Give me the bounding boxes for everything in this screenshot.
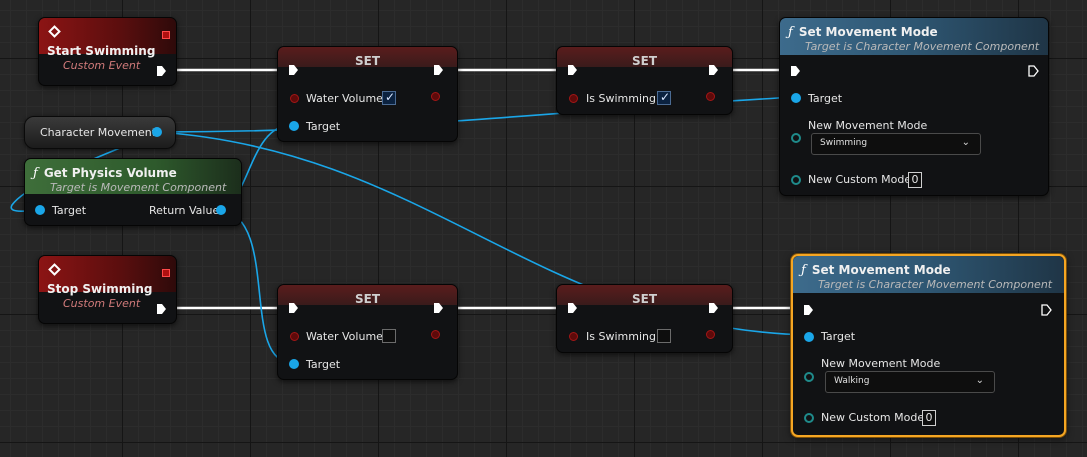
movement-mode-dropdown[interactable]: Walking ⌄ [825, 371, 995, 393]
pin-label: Target [808, 92, 843, 105]
custom-mode-input[interactable]: 0 [922, 410, 936, 426]
dropdown-value: Swimming [820, 138, 868, 148]
pin-label: New Custom Mode [821, 411, 925, 424]
set-is-swimming-node[interactable]: SET Is Swimming [556, 284, 733, 353]
node-title: SET [354, 54, 381, 68]
pin-label: Water Volume [306, 92, 383, 105]
bool-in-pin-icon[interactable] [569, 332, 578, 341]
byte-pin-icon[interactable] [804, 413, 814, 423]
exec-in-pin-icon[interactable] [790, 65, 801, 77]
bool-in-pin-icon[interactable] [569, 94, 578, 103]
variable-label: Character Movement [40, 126, 157, 139]
start-swimming-event-node[interactable]: Start Swimming Custom Event [38, 17, 177, 86]
function-f-icon: ƒ [801, 263, 806, 278]
water-volume-checkbox[interactable] [382, 329, 396, 343]
stop-swimming-event-node[interactable]: Stop Swimming Custom Event [38, 255, 177, 324]
node-title: Set Movement Mode [798, 25, 938, 39]
node-title: Set Movement Mode [811, 263, 951, 277]
exec-out-pin-icon[interactable] [156, 65, 167, 77]
node-subtitle: Custom Event [63, 59, 141, 72]
movement-mode-dropdown[interactable]: Swimming ⌄ [811, 133, 981, 155]
node-subtitle: Target is Character Movement Component [805, 40, 1040, 53]
exec-out-pin-icon[interactable] [1041, 304, 1052, 316]
function-f-icon: ƒ [788, 25, 793, 40]
chevron-down-icon: ⌄ [961, 137, 970, 148]
node-title: SET [631, 292, 658, 306]
exec-in-pin-icon[interactable] [803, 304, 814, 316]
target-pin-icon[interactable] [791, 93, 801, 103]
exec-out-pin-icon[interactable] [708, 302, 719, 314]
pin-label: New Custom Mode [808, 173, 912, 186]
dropdown-value: Walking [834, 376, 870, 386]
node-subtitle: Custom Event [63, 297, 141, 310]
exec-in-pin-icon[interactable] [288, 64, 299, 76]
set-movement-mode-node[interactable]: ƒ Set Movement Mode Target is Character M… [779, 17, 1049, 196]
checkmark-icon: ✓ [384, 90, 396, 104]
byte-pin-icon[interactable] [791, 175, 801, 185]
target-pin-icon[interactable] [289, 121, 299, 131]
target-pin-icon[interactable] [289, 359, 299, 369]
event-diamond-icon [48, 25, 61, 38]
node-title: SET [354, 292, 381, 306]
exec-out-pin-icon[interactable] [156, 303, 167, 315]
set-is-swimming-node[interactable]: SET Is Swimming ✓ [556, 46, 733, 115]
set-water-volume-node[interactable]: SET Water Volume Target [277, 284, 458, 380]
node-subtitle: Target is Character Movement Component [818, 278, 1053, 291]
exec-out-pin-icon[interactable] [708, 64, 719, 76]
node-title: SET [631, 54, 658, 68]
exec-out-pin-icon[interactable] [1028, 65, 1039, 77]
exec-in-pin-icon[interactable] [567, 302, 578, 314]
enum-pin-icon[interactable] [791, 133, 801, 143]
bool-out-pin-icon[interactable] [706, 92, 715, 101]
pin-label: Target [821, 330, 856, 343]
function-f-icon: ƒ [33, 166, 38, 181]
is-swimming-checkbox[interactable]: ✓ [657, 90, 671, 105]
character-movement-variable-node[interactable]: Character Movement [24, 116, 176, 149]
target-pin-icon[interactable] [804, 332, 814, 342]
object-out-pin-icon[interactable] [152, 127, 162, 137]
bool-out-pin-icon[interactable] [431, 330, 440, 339]
set-movement-mode-node-selected[interactable]: ƒ Set Movement Mode Target is Character M… [791, 254, 1066, 437]
pin-label: New Movement Mode [821, 357, 941, 370]
chevron-down-icon: ⌄ [975, 375, 984, 386]
exec-in-pin-icon[interactable] [288, 302, 299, 314]
delegate-pin-icon[interactable] [162, 269, 170, 277]
pin-label: Target [52, 204, 87, 217]
is-swimming-checkbox[interactable] [657, 329, 671, 343]
set-water-volume-node[interactable]: SET Water Volume ✓ Target [277, 46, 458, 142]
delegate-pin-icon[interactable] [162, 31, 170, 39]
water-volume-checkbox[interactable]: ✓ [382, 90, 396, 105]
exec-out-pin-icon[interactable] [433, 64, 444, 76]
bool-in-pin-icon[interactable] [290, 332, 299, 341]
exec-in-pin-icon[interactable] [567, 64, 578, 76]
bool-out-pin-icon[interactable] [431, 92, 440, 101]
event-diamond-icon [48, 263, 61, 276]
node-title: Start Swimming [47, 44, 156, 58]
pin-label: Return Value [149, 204, 220, 217]
node-subtitle: Target is Movement Component [50, 181, 227, 194]
pin-label: Water Volume [306, 330, 383, 343]
node-title: Get Physics Volume [43, 166, 177, 180]
return-value-pin-icon[interactable] [216, 205, 226, 215]
exec-out-pin-icon[interactable] [433, 302, 444, 314]
node-title: Stop Swimming [47, 282, 153, 296]
pin-label: Target [306, 120, 341, 133]
bool-in-pin-icon[interactable] [290, 94, 299, 103]
pin-label: New Movement Mode [808, 119, 928, 132]
target-pin-icon[interactable] [35, 205, 45, 215]
pin-label: Is Swimming [586, 330, 656, 343]
pin-label: Target [306, 358, 341, 371]
custom-mode-input[interactable]: 0 [908, 172, 922, 188]
bool-out-pin-icon[interactable] [706, 330, 715, 339]
checkmark-icon: ✓ [659, 90, 671, 104]
enum-pin-icon[interactable] [804, 372, 814, 382]
get-physics-volume-node[interactable]: ƒ Get Physics Volume Target is Movement C… [24, 158, 242, 226]
pin-label: Is Swimming [586, 92, 656, 105]
